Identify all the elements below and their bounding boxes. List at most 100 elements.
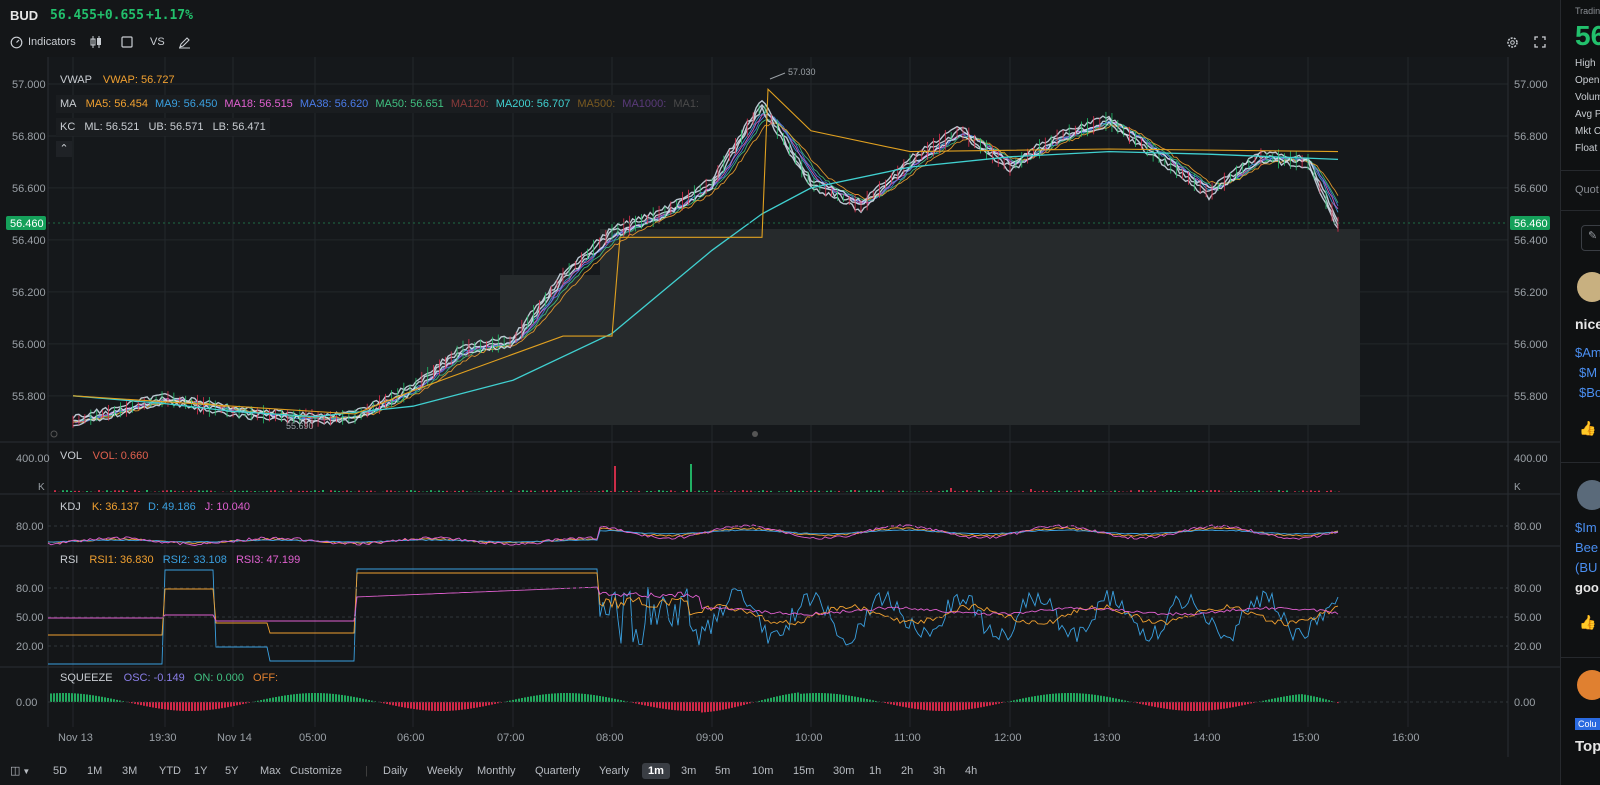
quote-tab[interactable]: Quot — [1575, 184, 1599, 196]
compose-button[interactable]: ✎ — [1581, 225, 1600, 251]
volume-bar — [686, 490, 688, 492]
volume-bar — [206, 490, 208, 492]
trading-tab[interactable]: Tradin — [1575, 6, 1600, 16]
volume-bar — [306, 490, 308, 492]
squeeze-bar — [458, 702, 460, 711]
ma-legend-item: MA5: 56.454 — [85, 98, 148, 110]
volume-bar — [690, 464, 692, 492]
interval-1h[interactable]: 1h — [869, 763, 881, 779]
layout-button[interactable] — [121, 34, 133, 50]
volume-bar — [86, 491, 88, 492]
volume-bar — [438, 490, 440, 492]
range-1y[interactable]: 1Y — [194, 763, 207, 779]
range-ytd[interactable]: YTD — [159, 763, 181, 779]
interval-30m[interactable]: 30m — [833, 763, 854, 779]
indicators-button[interactable]: Indicators — [10, 34, 76, 50]
squeeze-bar — [1103, 696, 1105, 702]
volume-bar — [126, 491, 128, 492]
post-ticker-link[interactable]: $M — [1579, 365, 1597, 380]
volume-bar — [542, 490, 544, 492]
interval-1m[interactable]: 1m — [642, 763, 670, 779]
ma-legend-item: MA1: — [673, 98, 699, 110]
time-axis-label: 10:00 — [795, 732, 823, 744]
interval-10m[interactable]: 10m — [752, 763, 773, 779]
expand-icon — [1534, 36, 1546, 48]
vol-legend[interactable]: VOL VOL: 0.660 — [60, 450, 148, 462]
squeeze-bar — [293, 694, 295, 702]
like-icon[interactable]: 👍 — [1579, 614, 1596, 631]
squeeze-bar — [281, 695, 283, 702]
volume-bar — [314, 490, 316, 492]
interval-2h[interactable]: 2h — [901, 763, 913, 779]
volume-bar — [1174, 490, 1176, 492]
squeeze-legend[interactable]: SQUEEZE OSC: -0.149 ON: 0.000 OFF: — [60, 672, 278, 684]
avatar[interactable] — [1577, 670, 1600, 700]
squeeze-bar — [1322, 698, 1324, 702]
post-title[interactable]: Top — [1575, 738, 1600, 755]
range-customize[interactable]: Customize — [290, 763, 342, 779]
avatar[interactable] — [1577, 272, 1600, 302]
draw-button[interactable] — [178, 34, 191, 50]
interval-15m[interactable]: 15m — [793, 763, 814, 779]
interval-4h[interactable]: 4h — [965, 763, 977, 779]
settings-button[interactable] — [1506, 34, 1519, 50]
kc-legend[interactable]: KC ML: 56.521 UB: 56.571 LB: 56.471 — [56, 118, 270, 136]
volume-bar — [930, 490, 932, 492]
vwap-legend[interactable]: VWAP VWAP: 56.727 — [60, 74, 175, 86]
interval-3m[interactable]: 3m — [681, 763, 696, 779]
period-quarterly[interactable]: Quarterly — [535, 763, 580, 779]
ma-legend-item: MA18: 56.515 — [224, 98, 293, 110]
squeeze-bar — [698, 702, 700, 711]
post-username[interactable]: nice — [1575, 316, 1600, 332]
vol-axis-label: 400.00 — [1514, 453, 1548, 465]
post-ticker-link[interactable]: $Bo — [1579, 385, 1600, 400]
range-3m[interactable]: 3M — [122, 763, 137, 779]
price-axis-label-right: 56.400 — [1514, 235, 1548, 247]
squeeze-bar — [416, 702, 418, 710]
rsi-legend[interactable]: RSI RSI1: 36.830 RSI2: 33.108 RSI3: 47.1… — [60, 554, 300, 566]
symbol-ticker[interactable]: BUD — [10, 8, 38, 23]
avatar[interactable] — [1577, 480, 1600, 510]
squeeze-bar — [896, 702, 898, 706]
period-yearly[interactable]: Yearly — [599, 763, 629, 779]
fullscreen-button[interactable] — [1534, 34, 1546, 50]
candle-type-button[interactable] — [90, 34, 102, 50]
volume-bar — [1314, 491, 1316, 492]
period-daily[interactable]: Daily — [383, 763, 407, 779]
collapse-legend-button[interactable]: ⌃ — [56, 141, 72, 157]
post-ticker-link[interactable]: $Im — [1575, 520, 1597, 535]
interval-5m[interactable]: 5m — [715, 763, 730, 779]
compare-button[interactable]: VS — [150, 34, 165, 50]
range-max[interactable]: Max — [260, 763, 281, 779]
layout-toggle[interactable]: ◫ ▼ — [10, 763, 30, 779]
volume-bar — [518, 490, 520, 492]
squeeze-bar — [1067, 693, 1069, 702]
time-axis-label: 19:30 — [149, 732, 177, 744]
price-chart[interactable]: 57.000 57.000 56.800 56.800 56.600 56.600 56.4… — [0, 57, 1560, 757]
interval-3h[interactable]: 3h — [933, 763, 945, 779]
period-monthly[interactable]: Monthly — [477, 763, 516, 779]
squeeze-bar — [323, 693, 325, 702]
like-icon[interactable]: 👍 — [1579, 420, 1596, 437]
post-ticker-link[interactable]: $Am — [1575, 345, 1600, 360]
kdj-legend[interactable]: KDJ K: 36.137 D: 49.186 J: 10.040 — [60, 501, 250, 513]
volume-bar — [666, 491, 668, 492]
column-tag: Colu — [1575, 718, 1600, 730]
squeeze-bar — [71, 693, 73, 702]
squeeze-bar — [728, 702, 730, 709]
squeeze-bar — [1094, 694, 1096, 702]
square-icon — [121, 36, 133, 48]
volume-bar — [134, 490, 136, 492]
range-5d[interactable]: 5D — [53, 763, 67, 779]
chart-area[interactable]: 57.000 57.000 56.800 56.800 56.600 56.600 56.4… — [0, 57, 1560, 757]
ma-legend[interactable]: MA MA5: 56.454 MA9: 56.450 MA18: 56.515 MA3… — [56, 95, 710, 113]
squeeze-bar — [977, 702, 979, 708]
squeeze-bar — [572, 693, 574, 702]
squeeze-bar — [1295, 694, 1297, 702]
range-5y[interactable]: 5Y — [225, 763, 238, 779]
range-1m[interactable]: 1M — [87, 763, 102, 779]
period-weekly[interactable]: Weekly — [427, 763, 463, 779]
volume-bar — [1162, 491, 1164, 492]
squeeze-bar — [1160, 702, 1162, 708]
squeeze-bar — [644, 702, 646, 706]
